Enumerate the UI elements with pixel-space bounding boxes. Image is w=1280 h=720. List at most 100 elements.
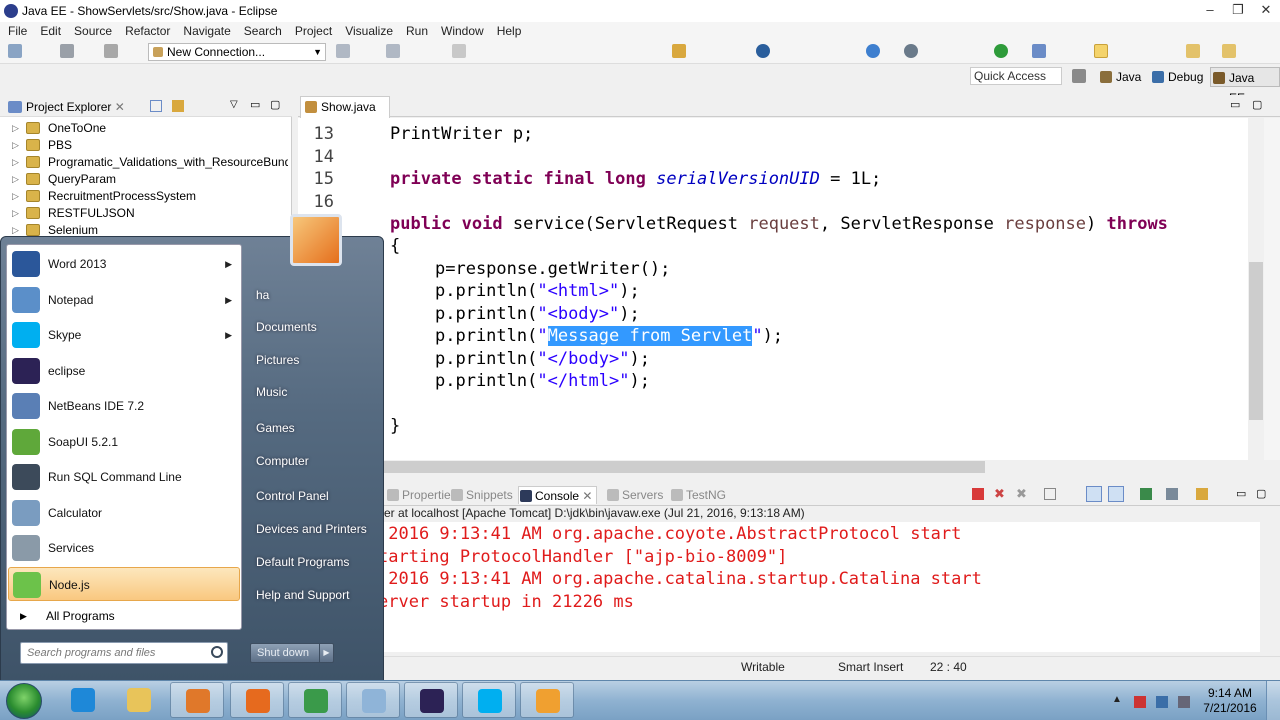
start-program-item[interactable]: Services	[8, 531, 240, 565]
display-console-icon[interactable]	[1166, 488, 1178, 500]
menu-refactor[interactable]: Refactor	[117, 24, 175, 38]
tab-properties[interactable]: Properties	[386, 486, 457, 504]
show-desktop-button[interactable]	[1266, 681, 1280, 720]
pin-console-icon[interactable]	[1140, 488, 1152, 500]
volume-icon[interactable]	[1178, 696, 1190, 708]
save-icon[interactable]	[60, 44, 74, 58]
print-icon[interactable]	[104, 44, 118, 58]
close-icon[interactable]: ✕	[582, 489, 592, 503]
expand-icon[interactable]: ▷	[12, 171, 19, 188]
tab-project-explorer[interactable]: Project Explorer ✕	[4, 97, 125, 117]
view-menu-icon[interactable]: ▽	[230, 99, 238, 110]
shutdown-button[interactable]: Shut down ▶	[250, 643, 334, 663]
minimize-view-icon[interactable]: ▭	[250, 98, 260, 111]
expand-icon[interactable]: ▷	[12, 205, 19, 222]
maximize-console-icon[interactable]: ▢	[1256, 487, 1266, 500]
start-program-item[interactable]: NetBeans IDE 7.2	[8, 389, 240, 423]
maximize-editor-icon[interactable]: ▢	[1252, 98, 1262, 111]
tree-item[interactable]: ▷ RESTFULJSON	[8, 205, 288, 222]
minimize-console-icon[interactable]: ▭	[1236, 487, 1246, 500]
quick-access-input[interactable]: Quick Access	[970, 67, 1062, 85]
taskbar-app-button[interactable]	[288, 682, 342, 718]
tab-servers[interactable]: Servers	[606, 486, 663, 504]
menu-search[interactable]: Search	[236, 24, 287, 38]
start-program-item[interactable]: Calculator	[8, 496, 240, 530]
submenu-arrow-icon[interactable]: ▶	[225, 247, 232, 281]
tree-item[interactable]: ▷ PBS	[8, 137, 288, 154]
close-icon[interactable]: ✕	[115, 100, 125, 114]
menu-window[interactable]: Window	[433, 24, 489, 38]
remove-launch-icon[interactable]: ✖	[994, 486, 1005, 502]
start-link-documents[interactable]: Documents	[256, 320, 317, 334]
menu-run[interactable]: Run	[398, 24, 433, 38]
clear-console-icon[interactable]	[1044, 488, 1056, 500]
word-wrap-icon[interactable]	[1108, 486, 1124, 502]
taskbar-app-button[interactable]	[170, 682, 224, 718]
tree-item[interactable]: ▷ RecruitmentProcessSystem	[8, 188, 288, 205]
scroll-lock-icon[interactable]	[1086, 486, 1102, 502]
taskbar-app-button[interactable]	[112, 682, 166, 718]
menu-edit[interactable]: Edit	[32, 24, 66, 38]
mark-occurrences-icon[interactable]	[1094, 44, 1108, 58]
editor-vertical-scroll-thumb[interactable]	[1249, 262, 1263, 420]
server-icon[interactable]	[904, 44, 918, 58]
open-type-icon[interactable]	[672, 44, 686, 58]
start-link-user[interactable]: ha	[256, 288, 269, 302]
taskbar-app-button[interactable]	[346, 682, 400, 718]
submenu-arrow-icon[interactable]: ▶	[225, 283, 232, 317]
connection-select[interactable]: New Connection... ▼	[148, 43, 326, 61]
perspective-debug[interactable]: Debug	[1150, 67, 1203, 87]
all-programs-button[interactable]: ▶ All Programs	[8, 604, 240, 628]
submenu-arrow-icon[interactable]: ▶	[225, 318, 232, 352]
sql-run-icon[interactable]	[336, 44, 350, 58]
minimize-editor-icon[interactable]: ▭	[1230, 98, 1240, 111]
taskbar-app-button[interactable]	[520, 682, 574, 718]
tree-item[interactable]: ▷ Programatic_Validations_with_ResourceBu…	[8, 154, 288, 171]
new-icon[interactable]	[8, 44, 22, 58]
sql-explain-icon[interactable]	[386, 44, 400, 58]
menu-visualize[interactable]: Visualize	[337, 24, 398, 38]
network-icon[interactable]	[1156, 696, 1168, 708]
start-program-item[interactable]: Run SQL Command Line	[8, 460, 240, 494]
minimize-button[interactable]: –	[1196, 0, 1224, 22]
user-picture[interactable]	[290, 214, 342, 266]
taskbar-app-button[interactable]	[462, 682, 516, 718]
start-link-music[interactable]: Music	[256, 385, 287, 399]
expand-icon[interactable]: ▷	[12, 188, 19, 205]
start-program-item[interactable]: Node.js	[8, 567, 240, 601]
expand-icon[interactable]: ▷	[12, 120, 19, 137]
run-icon[interactable]	[994, 44, 1008, 58]
close-button[interactable]: ✕	[1252, 0, 1280, 22]
open-perspective-icon[interactable]	[1072, 69, 1086, 83]
tree-item[interactable]: ▷ OneToOne	[8, 120, 288, 137]
taskbar-app-button[interactable]	[230, 682, 284, 718]
start-program-item[interactable]: SoapUI 5.2.1	[8, 425, 240, 459]
console-output[interactable]: 2016 9:13:41 AM org.apache.coyote.Abstra…	[298, 522, 1260, 652]
menu-source[interactable]: Source	[66, 24, 117, 38]
menu-navigate[interactable]: Navigate	[175, 24, 235, 38]
start-link-control-panel[interactable]: Control Panel	[256, 489, 329, 503]
perspective-java[interactable]: Java	[1098, 67, 1141, 87]
start-program-item[interactable]: Word 2013 ▶	[8, 247, 240, 281]
tree-item[interactable]: ▷ QueryParam	[8, 171, 288, 188]
open-console-icon[interactable]	[1196, 488, 1208, 500]
system-clock[interactable]: 9:14 AM 7/21/2016	[1200, 686, 1260, 716]
start-link-computer[interactable]: Computer	[256, 454, 309, 468]
taskbar-app-button[interactable]	[56, 682, 110, 718]
start-link-devices-printers[interactable]: Devices and Printers	[256, 522, 367, 536]
start-link-games[interactable]: Games	[256, 421, 295, 435]
menu-project[interactable]: Project	[287, 24, 337, 38]
collapse-all-icon[interactable]	[150, 100, 162, 112]
tray-overflow-icon[interactable]: ▲	[1112, 694, 1122, 705]
console-vertical-scrollbar[interactable]	[1260, 522, 1276, 652]
start-link-default-programs[interactable]: Default Programs	[256, 555, 349, 569]
expand-icon[interactable]: ▷	[12, 137, 19, 154]
globe-icon[interactable]	[756, 44, 770, 58]
link-editor-icon[interactable]	[172, 100, 184, 112]
maximize-button[interactable]: ❐	[1224, 0, 1252, 22]
start-button[interactable]	[6, 683, 42, 719]
menu-file[interactable]: File	[0, 24, 32, 38]
code-editor[interactable]: 13 14 15 16 PrintWriter p; private stati…	[298, 118, 1248, 460]
terminate-icon[interactable]	[972, 488, 984, 500]
perspective-javaee[interactable]: Java EE	[1210, 67, 1280, 105]
